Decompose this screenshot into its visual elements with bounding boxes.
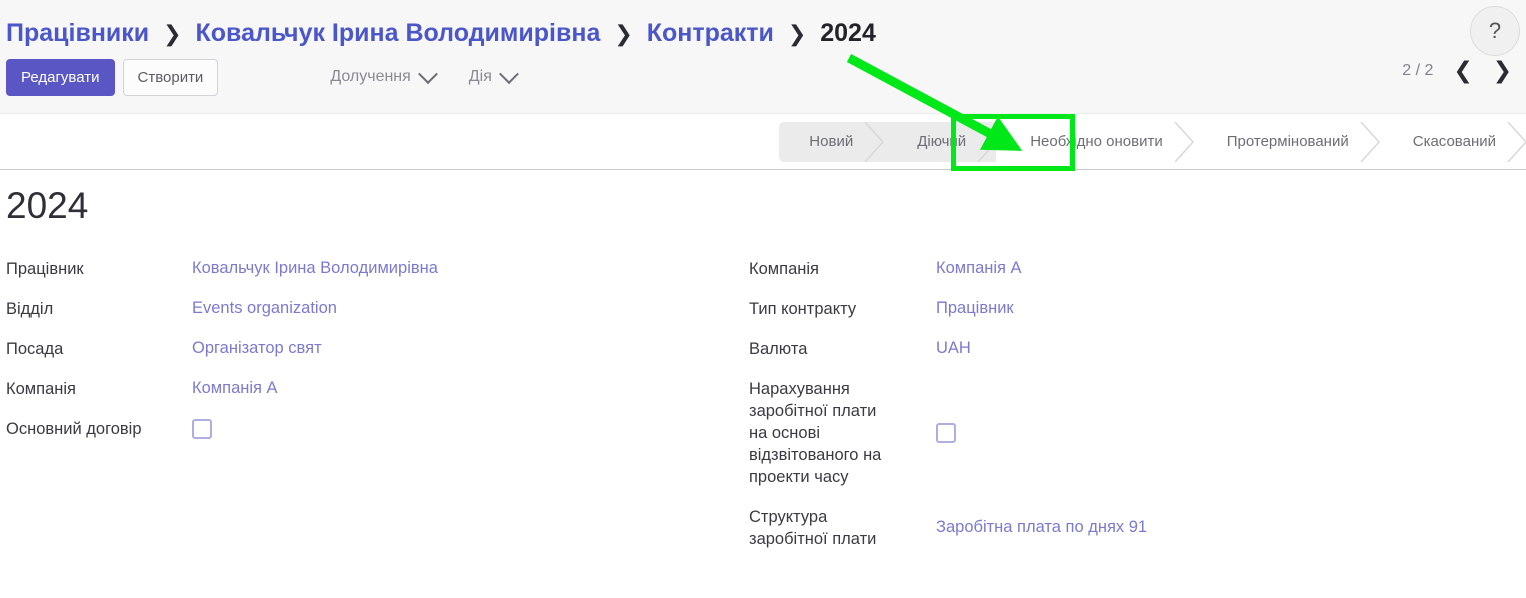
field-label: Валюта	[749, 339, 808, 358]
field-value-department[interactable]: Events organization	[192, 297, 337, 319]
field-currency: Валюта UAH	[749, 337, 1445, 360]
status-step-new[interactable]: Новий	[779, 121, 885, 162]
question-mark-icon: ?	[1488, 18, 1502, 43]
pager-count: 2 / 2	[1402, 61, 1434, 79]
breadcrumb-separator-icon: ❯	[614, 21, 633, 46]
status-pipeline: Новий Діючий Необхідно оновити Протермін…	[779, 121, 1526, 162]
action-menu[interactable]: Дія	[468, 64, 519, 86]
breadcrumb-item-employee-name[interactable]: Ковальчук Ірина Володимирівна	[196, 19, 601, 47]
breadcrumb-separator-icon: ❯	[163, 21, 182, 46]
field-label: Компанія	[749, 259, 819, 278]
chevron-right-icon[interactable]: ❯	[1493, 59, 1512, 82]
action-menu-label: Дія	[468, 68, 492, 85]
field-company-right: Компанія Компанія А	[749, 257, 1445, 280]
chevron-down-icon	[498, 64, 519, 85]
status-step-separator-icon	[977, 121, 998, 162]
field-label: Посада	[6, 339, 64, 358]
status-step-label: Протермінований	[1226, 133, 1349, 150]
field-label: Працівник	[6, 259, 84, 278]
field-payroll-from-timesheet: Нарахування заробітної плати на основі в…	[749, 377, 1445, 488]
status-step-label: Необхідно оновити	[1030, 133, 1163, 150]
record-toolbar: Редагувати Створити Долучення Дія 2 / 2 …	[0, 55, 1526, 113]
status-step-expired[interactable]: Протермінований	[1193, 121, 1380, 162]
field-employee: Працівник Ковальчук Ірина Володимирівна	[6, 257, 745, 280]
edit-button[interactable]: Редагувати	[6, 58, 115, 96]
status-step-active[interactable]: Діючий	[883, 121, 998, 162]
field-contract-type: Тип контракту Працівник	[749, 297, 1445, 320]
field-value-position[interactable]: Організатор свят	[192, 337, 322, 359]
chevron-down-icon	[417, 64, 438, 85]
field-value-company[interactable]: Компанія А	[936, 257, 1022, 279]
record-sheet: 2024 Працівник Ковальчук Ірина Володимир…	[0, 170, 1526, 567]
breadcrumb-item-employees[interactable]: Працівники	[6, 19, 149, 47]
status-step-label: Діючий	[917, 133, 967, 150]
main-contract-checkbox[interactable]	[192, 418, 212, 439]
form-columns: Працівник Ковальчук Ірина Володимирівна …	[0, 257, 1526, 567]
field-main-contract: Основний договір	[6, 417, 745, 440]
breadcrumb-item-contracts[interactable]: Контракти	[647, 19, 774, 47]
status-step-separator-icon	[864, 121, 885, 162]
record-pager: 2 / 2 ❮ ❯	[1402, 59, 1512, 82]
field-label: Основний договір	[6, 419, 142, 438]
field-label: Нарахування заробітної плати на основі в…	[749, 379, 882, 486]
field-salary-structure: Структура заробітної плати Заробітна пла…	[749, 505, 1445, 550]
field-position: Посада Організатор свят	[6, 337, 745, 360]
status-step-needs-update[interactable]: Необхідно оновити	[996, 121, 1194, 162]
attachments-menu[interactable]: Долучення	[330, 64, 438, 86]
page-header: Працівники ❯ Ковальчук Ірина Володимирів…	[0, 0, 1526, 113]
payroll-from-timesheet-checkbox[interactable]	[936, 422, 956, 443]
breadcrumb-item-current: 2024	[820, 19, 876, 47]
field-label: Структура заробітної плати	[749, 507, 877, 548]
breadcrumb-separator-icon: ❯	[787, 21, 807, 46]
field-label: Компанія	[6, 379, 76, 398]
field-value-employee[interactable]: Ковальчук Ірина Володимирівна	[192, 257, 438, 279]
field-department: Відділ Events organization	[6, 297, 745, 320]
help-button[interactable]: ?	[1470, 6, 1520, 56]
field-label: Тип контракту	[749, 299, 857, 318]
chevron-left-icon[interactable]: ❮	[1453, 59, 1472, 82]
status-step-label: Новий	[809, 133, 854, 150]
status-step-separator-icon	[1174, 121, 1194, 162]
status-step-cancelled[interactable]: Скасований	[1379, 121, 1526, 162]
form-column-left: Працівник Ковальчук Ірина Володимирівна …	[0, 257, 745, 457]
field-value-contract-type[interactable]: Працівник	[936, 297, 1014, 319]
breadcrumb: Працівники ❯ Ковальчук Ірина Володимирів…	[0, 0, 1424, 55]
form-column-right: Компанія Компанія А Тип контракту Праців…	[745, 257, 1445, 567]
status-step-label: Скасований	[1412, 133, 1496, 150]
field-value-salary-structure[interactable]: Заробітна плата по днях 91	[936, 516, 1147, 538]
field-company-left: Компанія Компанія А	[6, 377, 745, 400]
page-title: 2024	[6, 185, 89, 226]
field-value-company[interactable]: Компанія А	[192, 377, 278, 399]
field-value-currency[interactable]: UAH	[936, 337, 971, 359]
attachments-menu-label: Долучення	[330, 68, 411, 85]
status-step-separator-icon	[1507, 121, 1526, 162]
create-button[interactable]: Створити	[122, 58, 219, 96]
status-bar-row: Новий Діючий Необхідно оновити Протермін…	[0, 113, 1526, 171]
toolbar-menus: Долучення Дія	[330, 64, 519, 86]
field-label: Відділ	[6, 299, 54, 318]
status-step-separator-icon	[1360, 121, 1380, 162]
